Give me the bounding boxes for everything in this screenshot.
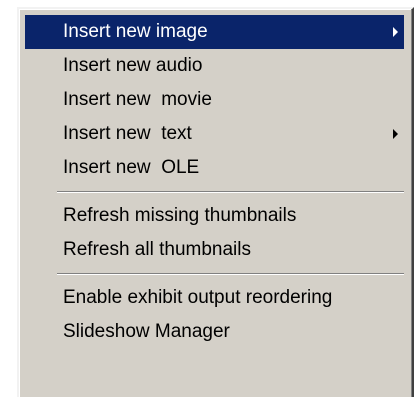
submenu-arrow-icon [393, 27, 398, 37]
submenu-arrow-icon [393, 129, 398, 139]
menu-item-insert-new-audio[interactable]: Insert new audio [25, 49, 404, 83]
menu-item-refresh-all-thumbnails[interactable]: Refresh all thumbnails [25, 233, 404, 267]
menu-item-refresh-missing-thumbnails[interactable]: Refresh missing thumbnails [25, 199, 404, 233]
menu-separator [25, 267, 404, 281]
menu-separator [25, 185, 404, 199]
context-menu: Insert new image Insert new audio Insert… [17, 7, 414, 397]
menu-item-label: Slideshow Manager [63, 321, 230, 342]
menu-item-label: Enable exhibit output reordering [63, 287, 333, 308]
menu-item-label: Insert new movie [63, 89, 212, 110]
menu-item-label: Insert new OLE [63, 157, 200, 178]
menu-items: Insert new image Insert new audio Insert… [25, 15, 404, 349]
menu-item-label: Insert new text [63, 123, 192, 144]
menu-item-insert-new-ole[interactable]: Insert new OLE [25, 151, 404, 185]
menu-item-insert-new-text[interactable]: Insert new text [25, 117, 404, 151]
menu-item-slideshow-manager[interactable]: Slideshow Manager [25, 315, 404, 349]
menu-item-label: Insert new audio [63, 55, 203, 76]
menu-item-label: Refresh missing thumbnails [63, 205, 297, 226]
menu-item-label: Insert new image [63, 21, 208, 42]
menu-item-insert-new-movie[interactable]: Insert new movie [25, 83, 404, 117]
menu-item-label: Refresh all thumbnails [63, 239, 251, 260]
menu-item-enable-exhibit-output-reordering[interactable]: Enable exhibit output reordering [25, 281, 404, 315]
menu-item-insert-new-image[interactable]: Insert new image [25, 15, 404, 49]
